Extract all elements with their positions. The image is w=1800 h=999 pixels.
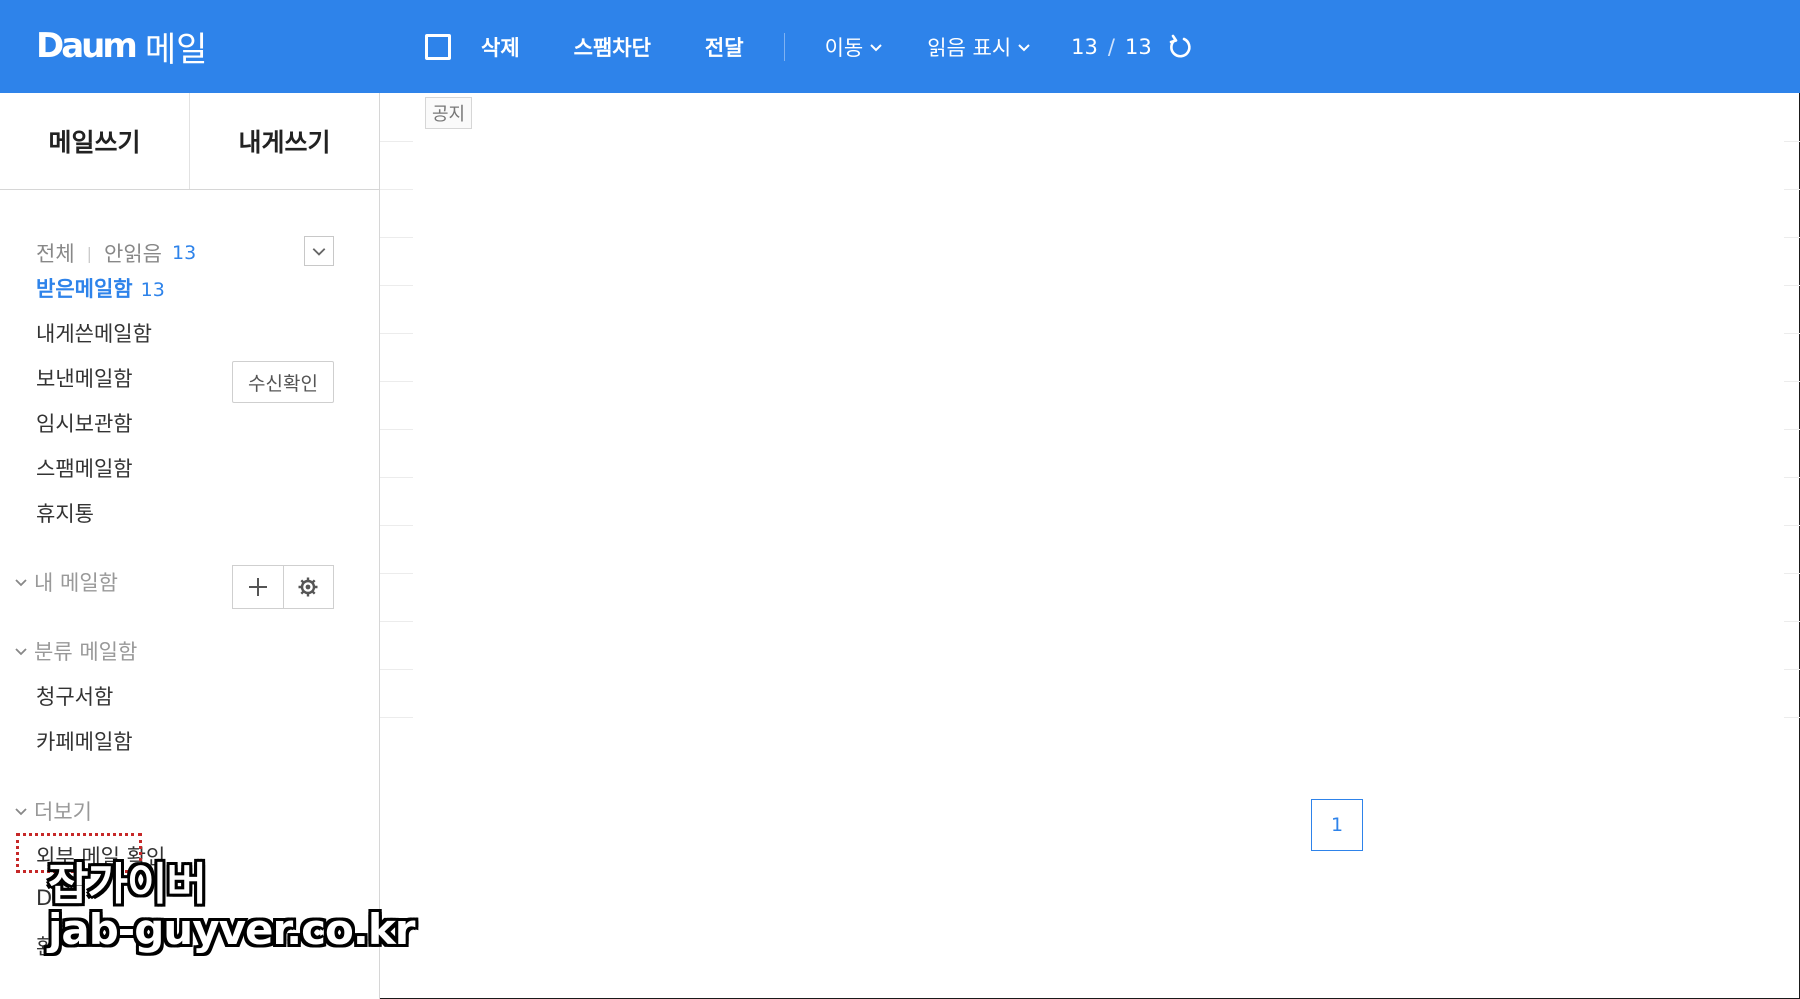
- unread-count: 13: [172, 242, 197, 264]
- refresh-icon[interactable]: [1166, 33, 1194, 61]
- select-all-checkbox[interactable]: [425, 33, 451, 60]
- mark-read-label: 읽음 표시: [927, 35, 1012, 60]
- filter-expand-button[interactable]: [304, 236, 334, 266]
- section-label: 분류 메일함: [34, 640, 138, 664]
- row-divider: [1784, 477, 1800, 478]
- watermark-line1: 잡가이버: [48, 859, 207, 910]
- spam-block-button[interactable]: 스팸차단: [574, 32, 651, 62]
- count-current: 13: [1071, 34, 1098, 59]
- filter-unread[interactable]: 안읽음: [104, 238, 162, 268]
- chevron-down-icon: [15, 648, 27, 656]
- row-divider: [380, 141, 413, 142]
- mark-read-dropdown[interactable]: 읽음 표시: [927, 32, 1031, 62]
- section-label: 더보기: [34, 800, 92, 824]
- my-mailbox-section[interactable]: 내 메일함: [14, 567, 118, 597]
- mail-toolbar: 삭제 스팸차단 전달 이동 읽음 표시 13 / 13: [425, 0, 1194, 93]
- row-divider: [1784, 669, 1800, 670]
- chevron-down-icon: [15, 808, 27, 816]
- logo-text: 메일: [144, 29, 208, 70]
- row-divider: [1784, 237, 1800, 238]
- more-section[interactable]: 더보기: [14, 796, 92, 826]
- row-divider: [380, 717, 413, 718]
- row-divider: [380, 669, 413, 670]
- category-mailbox-section[interactable]: 분류 메일함: [14, 636, 137, 666]
- mailbox-settings-button[interactable]: [282, 566, 334, 608]
- compose-row: 메일쓰기 내게쓰기: [0, 93, 379, 190]
- inbox-count: 13: [140, 279, 165, 301]
- my-mailbox-tools: [232, 565, 334, 609]
- row-divider: [380, 525, 413, 526]
- row-divider: [1784, 141, 1800, 142]
- row-divider: [1784, 717, 1800, 718]
- mail-list-area: 공지 1: [380, 93, 1800, 999]
- row-divider: [380, 573, 413, 574]
- folder-drafts[interactable]: 임시보관함: [36, 408, 133, 438]
- forward-button[interactable]: 전달: [705, 32, 744, 62]
- mail-count: 13 / 13: [1071, 35, 1152, 59]
- count-separator: /: [1107, 34, 1115, 59]
- row-divider: [380, 285, 413, 286]
- mail-filter: 전체 | 안읽음 13: [36, 233, 336, 273]
- pagination-page-1[interactable]: 1: [1311, 799, 1363, 851]
- folder-trash[interactable]: 휴지통: [36, 498, 94, 528]
- section-label: 내 메일함: [34, 571, 118, 595]
- chevron-down-icon: [312, 248, 326, 256]
- row-divider: [1784, 381, 1800, 382]
- folder-self-sent[interactable]: 내게쓴메일함: [36, 318, 152, 348]
- gear-icon: [298, 577, 318, 597]
- self-compose-button[interactable]: 내게쓰기: [189, 93, 379, 189]
- folder-label: 받은메일함: [36, 277, 133, 301]
- chevron-down-icon: [15, 579, 27, 587]
- folder-sent[interactable]: 보낸메일함: [36, 363, 133, 393]
- receipt-check-button[interactable]: 수신확인: [232, 361, 334, 403]
- move-dropdown[interactable]: 이동: [825, 32, 884, 62]
- folder-spam[interactable]: 스팸메일함: [36, 453, 133, 483]
- daum-mail-logo[interactable]: Daum 메일: [36, 22, 207, 70]
- row-divider: [380, 621, 413, 622]
- chevron-down-icon: [870, 43, 882, 51]
- folder-cafe[interactable]: 카페메일함: [36, 726, 133, 756]
- row-divider: [1784, 621, 1800, 622]
- row-divider: [380, 333, 413, 334]
- folder-inbox[interactable]: 받은메일함 13: [36, 273, 165, 303]
- filter-separator: |: [86, 243, 93, 263]
- logo-mark: Daum: [36, 26, 138, 66]
- row-divider: [1784, 525, 1800, 526]
- watermark: 잡가이버 jab-guyver.co.kr: [48, 859, 468, 955]
- row-divider: [380, 189, 413, 190]
- toolbar-divider: [783, 32, 785, 61]
- row-divider: [1784, 285, 1800, 286]
- row-divider: [1784, 189, 1800, 190]
- delete-button[interactable]: 삭제: [481, 32, 520, 62]
- notice-badge: 공지: [425, 97, 473, 129]
- folder-bills[interactable]: 청구서함: [36, 681, 113, 711]
- plus-icon: [248, 578, 267, 596]
- add-mailbox-button[interactable]: [233, 566, 283, 608]
- row-divider: [380, 381, 413, 382]
- chevron-down-icon: [1018, 43, 1030, 51]
- row-divider: [380, 429, 413, 430]
- row-divider: [1784, 333, 1800, 334]
- top-header: Daum 메일 삭제 스팸차단 전달 이동 읽음 표시 13 / 13: [0, 0, 1800, 93]
- row-divider: [1784, 573, 1800, 574]
- compose-button[interactable]: 메일쓰기: [0, 93, 189, 189]
- row-divider: [1784, 429, 1800, 430]
- row-divider: [380, 477, 413, 478]
- row-divider: [380, 237, 413, 238]
- count-total: 13: [1124, 34, 1152, 59]
- move-label: 이동: [824, 35, 864, 60]
- filter-all[interactable]: 전체: [36, 238, 75, 268]
- watermark-line2: jab-guyver.co.kr: [48, 905, 415, 955]
